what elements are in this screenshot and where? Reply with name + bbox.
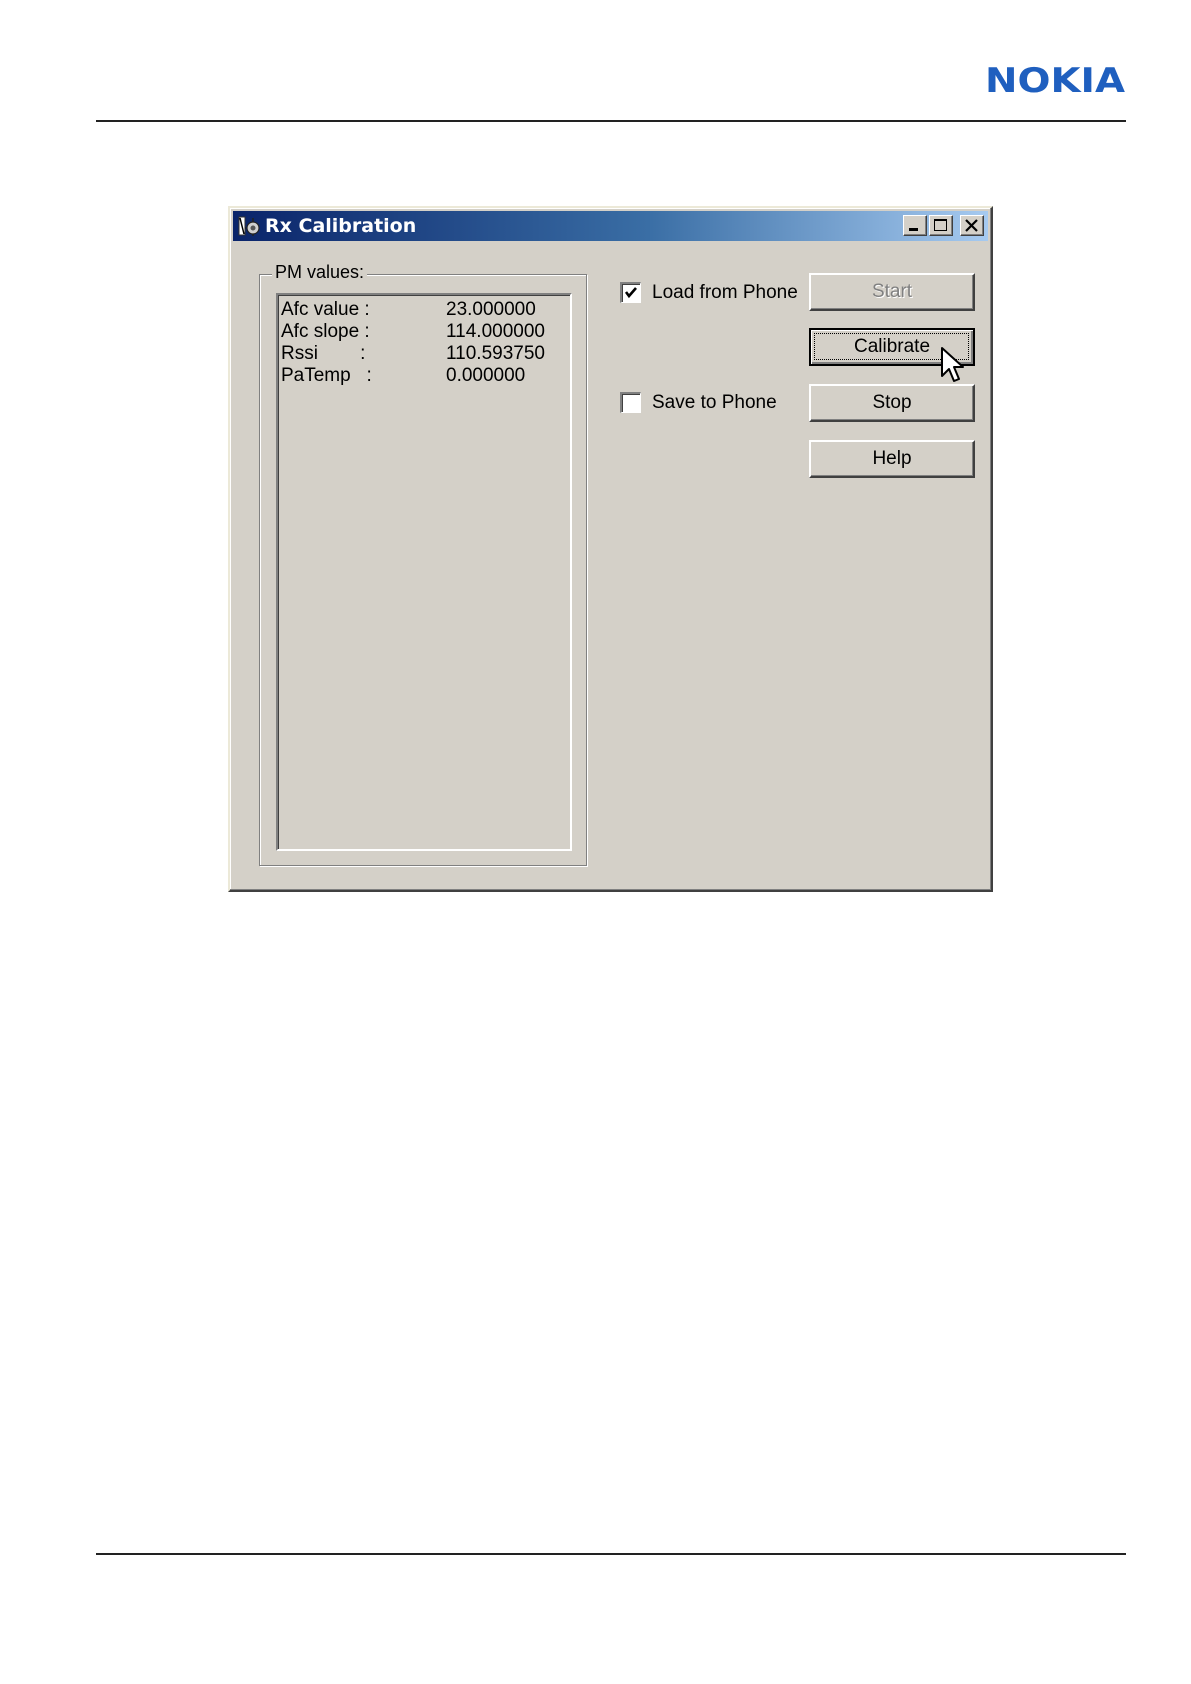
save-to-phone-label[interactable]: Save to Phone	[652, 392, 777, 414]
pm-label-afc-slope: Afc slope :	[281, 321, 370, 342]
load-from-phone-checkbox[interactable]	[620, 282, 641, 303]
maximize-icon	[934, 219, 947, 231]
load-from-phone-label[interactable]: Load from Phone	[652, 282, 798, 304]
nokia-logo: NOKIA	[985, 62, 1125, 96]
maximize-button[interactable]	[929, 215, 953, 236]
stop-button[interactable]: Stop	[809, 384, 975, 422]
pm-values-label: PM values:	[272, 262, 368, 283]
pm-value-afc-value: 23.000000	[446, 299, 536, 320]
window-title: Rx Calibration	[265, 215, 417, 237]
checkmark-icon	[624, 287, 637, 299]
pm-label-patemp: PaTemp :	[281, 365, 372, 386]
title-bar[interactable]: Rx Calibration	[233, 211, 988, 241]
pm-value-rssi: 110.593750	[446, 343, 545, 364]
rx-calibration-window: Rx Calibration PM values: Afc value : 23…	[228, 206, 993, 892]
start-button[interactable]: Start	[809, 273, 975, 311]
pm-value-afc-slope: 114.000000	[446, 321, 545, 342]
mouse-pointer-icon	[941, 347, 964, 382]
pm-value-patemp: 0.000000	[446, 365, 526, 386]
calibration-app-icon	[238, 216, 260, 236]
pm-label-rssi: Rssi :	[281, 343, 366, 364]
pm-label-afc-value: Afc value :	[281, 299, 370, 320]
save-to-phone-checkbox[interactable]	[620, 392, 641, 413]
close-button[interactable]	[960, 215, 984, 236]
minimize-button[interactable]	[903, 215, 927, 236]
minimize-icon	[909, 228, 918, 231]
close-icon	[965, 219, 978, 232]
pm-values-group: PM values: Afc value : 23.000000 Afc slo…	[259, 262, 587, 866]
help-button[interactable]: Help	[809, 440, 975, 478]
pm-values-list[interactable]: Afc value : 23.000000 Afc slope : 114.00…	[276, 293, 572, 851]
nokia-logo-text: NOKIA	[985, 62, 1125, 96]
footer-rule	[96, 1553, 1126, 1555]
header-rule	[96, 120, 1126, 122]
